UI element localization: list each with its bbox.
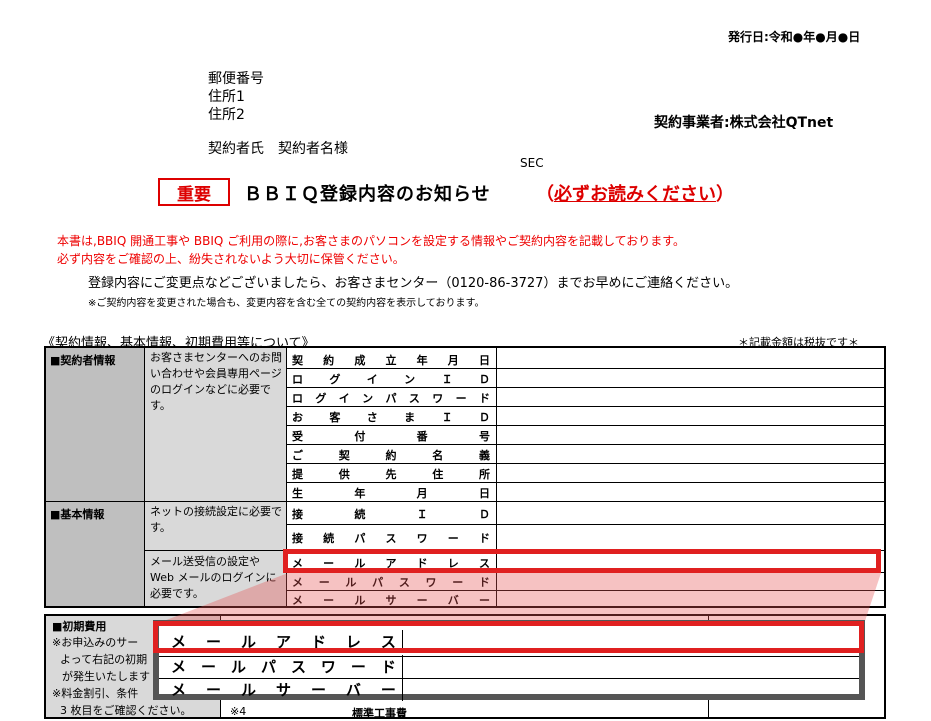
zoom-row-server: メールサーバー bbox=[159, 678, 859, 701]
mail-address-highlight bbox=[283, 549, 881, 573]
zoom-field-mail-password: メールパスワード bbox=[165, 655, 403, 678]
zoom-mail-address-highlight bbox=[153, 621, 864, 653]
zoom-row-password: メールパスワード bbox=[159, 655, 859, 678]
zoom-field-mail-server: メールサーバー bbox=[165, 678, 403, 701]
highlight-connector bbox=[156, 573, 881, 624]
highlight-connector-shape bbox=[156, 573, 881, 624]
